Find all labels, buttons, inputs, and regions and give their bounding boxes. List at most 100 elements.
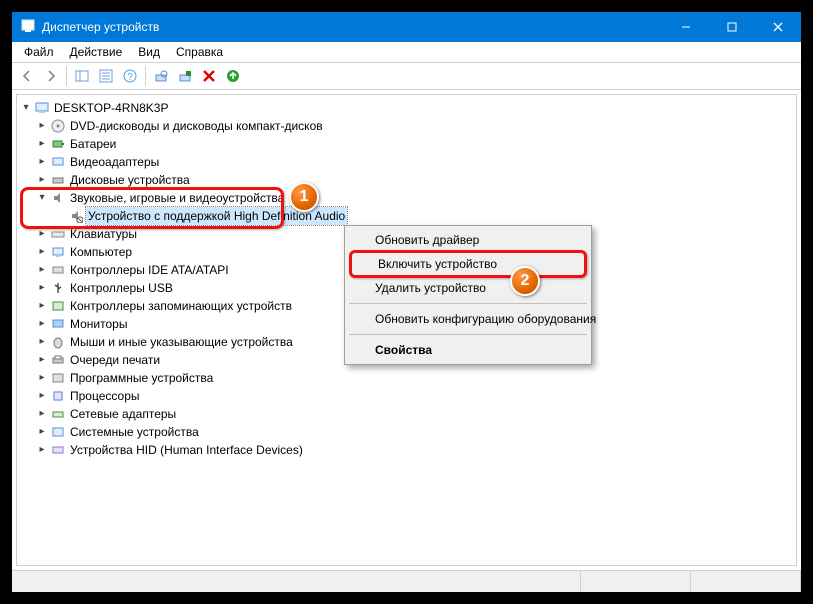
ctx-rescan-hardware[interactable]: Обновить конфигурацию оборудования (347, 307, 589, 331)
titlebar: Диспетчер устройств (12, 12, 801, 42)
chevron-right-icon[interactable]: ▸ (35, 173, 49, 187)
battery-icon (50, 136, 66, 152)
ctx-enable-device[interactable]: Включить устройство (349, 250, 587, 278)
window-title: Диспетчер устройств (42, 20, 663, 34)
tree-root[interactable]: ▾ DESKTOP-4RN8K3P (19, 99, 794, 117)
back-button[interactable] (16, 65, 38, 87)
tree-item-label: Системные устройства (68, 423, 201, 441)
ctx-separator (349, 334, 587, 335)
tree-item-label: Видеоадаптеры (68, 153, 161, 171)
chevron-right-icon[interactable]: ▸ (35, 425, 49, 439)
usb-icon (50, 280, 66, 296)
tree-item-sound[interactable]: ▾ Звуковые, игровые и видеоустройства (19, 189, 794, 207)
menu-view[interactable]: Вид (130, 43, 168, 61)
chevron-right-icon[interactable]: ▸ (35, 389, 49, 403)
network-icon (50, 406, 66, 422)
tree-item-label: Контроллеры USB (68, 279, 175, 297)
device-tree[interactable]: ▾ DESKTOP-4RN8K3P ▸ DVD-дисководы и диск… (16, 94, 797, 566)
printer-icon (50, 352, 66, 368)
chevron-right-icon[interactable]: ▸ (35, 407, 49, 421)
status-cell (12, 571, 581, 592)
chevron-right-icon[interactable]: ▸ (35, 119, 49, 133)
tree-item-label: Устройства HID (Human Interface Devices) (68, 441, 305, 459)
tree-item-label: DVD-дисководы и дисководы компакт-дисков (68, 117, 325, 135)
forward-button[interactable] (40, 65, 62, 87)
tree-item-label: Контроллеры IDE ATA/ATAPI (68, 261, 231, 279)
menu-file[interactable]: Файл (16, 43, 62, 61)
maximize-button[interactable] (709, 12, 755, 42)
chevron-right-icon[interactable]: ▸ (35, 353, 49, 367)
tree-item-disk[interactable]: ▸ Дисковые устройства (19, 171, 794, 189)
speaker-disabled-icon (68, 208, 84, 224)
tree-item-dvd[interactable]: ▸ DVD-дисководы и дисководы компакт-диск… (19, 117, 794, 135)
chevron-down-icon[interactable]: ▾ (19, 101, 33, 115)
chevron-right-icon[interactable]: ▸ (35, 245, 49, 259)
chevron-right-icon[interactable]: ▸ (35, 227, 49, 241)
computer-icon (50, 244, 66, 260)
keyboard-icon (50, 226, 66, 242)
tree-item-display[interactable]: ▸ Видеоадаптеры (19, 153, 794, 171)
annotation-badge-1: 1 (289, 182, 319, 212)
chevron-right-icon[interactable]: ▸ (35, 299, 49, 313)
tree-item-label: Мониторы (68, 315, 129, 333)
ctx-update-driver[interactable]: Обновить драйвер (347, 228, 589, 252)
tree-item-batteries[interactable]: ▸ Батареи (19, 135, 794, 153)
annotation-badge-2: 2 (510, 266, 540, 296)
tree-item-hd-audio[interactable]: Устройство с поддержкой High Definition … (19, 207, 794, 225)
status-cell (691, 571, 801, 592)
tree-item-hid[interactable]: ▸ Устройства HID (Human Interface Device… (19, 441, 794, 459)
tree-item-label: Звуковые, игровые и видеоустройства (68, 189, 286, 207)
toolbar: ? (12, 62, 801, 90)
tree-item-system[interactable]: ▸ Системные устройства (19, 423, 794, 441)
tree-item-label: Дисковые устройства (68, 171, 192, 189)
status-cell (581, 571, 691, 592)
uninstall-button[interactable] (198, 65, 220, 87)
help-button[interactable]: ? (119, 65, 141, 87)
drive-icon (50, 172, 66, 188)
minimize-button[interactable] (663, 12, 709, 42)
tree-item-software[interactable]: ▸ Программные устройства (19, 369, 794, 387)
tree-root-label: DESKTOP-4RN8K3P (52, 99, 171, 117)
chevron-right-icon[interactable]: ▸ (35, 137, 49, 151)
tree-item-network[interactable]: ▸ Сетевые адаптеры (19, 405, 794, 423)
tree-item-label: Батареи (68, 135, 118, 153)
tree-item-label: Компьютер (68, 243, 134, 261)
chevron-right-icon[interactable]: ▸ (35, 281, 49, 295)
monitor-icon (50, 316, 66, 332)
tree-item-cpu[interactable]: ▸ Процессоры (19, 387, 794, 405)
chevron-right-icon[interactable]: ▸ (35, 371, 49, 385)
tree-item-label: Очереди печати (68, 351, 162, 369)
app-icon (20, 18, 36, 37)
ctx-separator (349, 303, 587, 304)
menu-help[interactable]: Справка (168, 43, 231, 61)
properties-button[interactable] (95, 65, 117, 87)
chevron-right-icon[interactable]: ▸ (35, 263, 49, 277)
chevron-right-icon[interactable]: ▸ (35, 443, 49, 457)
chevron-right-icon[interactable]: ▸ (35, 335, 49, 349)
show-hide-tree-button[interactable] (71, 65, 93, 87)
chevron-right-icon[interactable]: ▸ (35, 155, 49, 169)
enable-button[interactable] (222, 65, 244, 87)
menubar: Файл Действие Вид Справка (12, 42, 801, 62)
display-adapter-icon (50, 154, 66, 170)
computer-icon (34, 100, 50, 116)
ctx-remove-device[interactable]: Удалить устройство (347, 276, 589, 300)
svg-text:?: ? (127, 72, 133, 83)
statusbar (12, 570, 801, 592)
tree-item-label: Мыши и иные указывающие устройства (68, 333, 295, 351)
chevron-down-icon[interactable]: ▾ (35, 191, 49, 205)
update-driver-button[interactable] (174, 65, 196, 87)
tree-item-label: Клавиатуры (68, 225, 139, 243)
menu-action[interactable]: Действие (62, 43, 131, 61)
tree-item-label: Контроллеры запоминающих устройств (68, 297, 294, 315)
chevron-right-icon[interactable]: ▸ (35, 317, 49, 331)
close-button[interactable] (755, 12, 801, 42)
disc-icon (50, 118, 66, 134)
tree-item-label: Программные устройства (68, 369, 215, 387)
tree-item-label: Процессоры (68, 387, 142, 405)
storage-icon (50, 298, 66, 314)
device-manager-window: Диспетчер устройств Файл Действие Вид Сп… (0, 0, 813, 604)
ctx-properties[interactable]: Свойства (347, 338, 589, 362)
scan-hardware-button[interactable] (150, 65, 172, 87)
tree-item-label: Сетевые адаптеры (68, 405, 178, 423)
